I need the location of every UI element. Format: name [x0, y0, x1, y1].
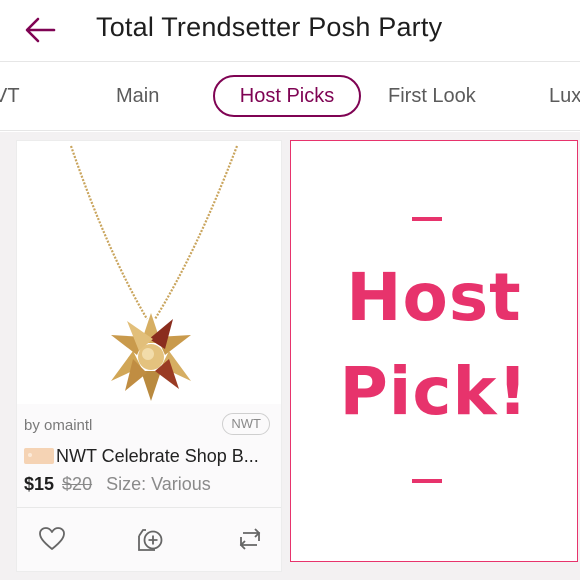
host-pick-card: Host Pick! [290, 140, 578, 562]
listing-title[interactable]: NWT Celebrate Shop B... [24, 446, 276, 467]
listing-image[interactable] [17, 141, 281, 404]
share-icon [239, 528, 261, 550]
top-dash [412, 217, 442, 221]
share-button[interactable] [235, 524, 265, 554]
tab-main[interactable]: Main [116, 75, 159, 117]
price: $15 [24, 474, 55, 494]
original-price: $20 [62, 474, 93, 494]
back-button[interactable] [24, 12, 60, 48]
listing-title-text: NWT Celebrate Shop B... [56, 446, 259, 466]
gold-bow-necklace-icon [69, 145, 239, 401]
tab-first-look[interactable]: First Look [388, 75, 476, 117]
tab-lux[interactable]: Lux [549, 75, 580, 117]
page-title: Total Trendsetter Posh Party [96, 12, 443, 42]
tab-nwt[interactable]: VT [0, 75, 20, 117]
host-pick-line1: Host [346, 259, 522, 336]
back-arrow-icon [25, 17, 56, 43]
host-pick-line2: Pick! [339, 353, 529, 430]
tab-host-picks[interactable]: Host Picks [213, 75, 361, 117]
bottom-dash [412, 479, 442, 483]
listing-card[interactable]: by omaintl NWT NWT Celebrate Shop B... $… [16, 140, 282, 572]
tab-bar: VT Main Host Picks First Look Lux [0, 63, 580, 131]
listing-info: by omaintl NWT NWT Celebrate Shop B... $… [17, 404, 281, 507]
price-tag-icon [24, 448, 54, 464]
size-label: Size: Various [106, 474, 211, 494]
seller-name[interactable]: by omaintl [24, 417, 92, 434]
heart-icon [39, 527, 65, 550]
bundle-button[interactable] [135, 524, 165, 554]
price-row: $15 $20 Size: Various [24, 474, 211, 495]
like-button[interactable] [37, 524, 67, 554]
top-bar: Total Trendsetter Posh Party [0, 0, 580, 62]
listing-actions [17, 507, 281, 571]
condition-badge: NWT [222, 413, 270, 435]
bundle-add-icon [138, 529, 163, 551]
